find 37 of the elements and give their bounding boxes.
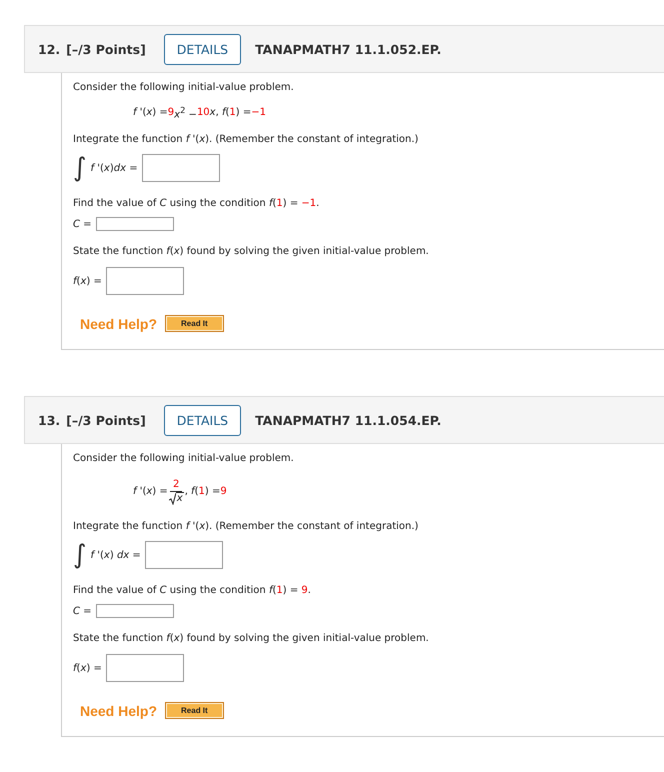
read-it-button[interactable]: Read It	[165, 702, 224, 719]
equation: f '(x) =9x$^{2}$ −10x, f(1) =−1	[133, 104, 266, 123]
read-it-button[interactable]: Read It	[165, 315, 224, 332]
answer-field[interactable]	[106, 267, 184, 295]
answer-field[interactable]	[142, 154, 220, 182]
problem-intro: Consider the following initial-value problem.	[73, 81, 294, 95]
question-number: 12.	[38, 42, 60, 56]
constant-instruction: Find the value of C using the condition f(1) = 9.	[73, 584, 311, 598]
integrate-instruction: Integrate the function f '(x). (Remember the constant of integration.)	[73, 133, 418, 147]
integral-sign: ∫	[73, 540, 87, 570]
need-help-label: Need Help?	[80, 702, 158, 718]
details-button[interactable]: DETAILS	[164, 404, 242, 436]
problem-code: TANAPMATH7 11.1.052.EP.	[255, 42, 442, 56]
equation: f '(x) = 2 x , f(1) =9	[133, 478, 227, 507]
function-instruction: State the function f(x) found by solving the given initial-value problem.	[73, 245, 429, 259]
constant-label: C =	[73, 218, 92, 230]
answer-field[interactable]	[106, 654, 184, 682]
function-instruction: State the function f(x) found by solving the given initial-value problem.	[73, 632, 429, 646]
need-help-label: Need Help?	[80, 316, 158, 332]
integral-label: f '(x) dx =	[90, 550, 141, 560]
points-label: [–/3 Points]	[66, 412, 146, 428]
integral-sign: ∫	[73, 153, 87, 183]
function-label: f(x) =	[73, 276, 102, 286]
function-label: f(x) =	[73, 662, 102, 674]
answer-field[interactable]	[96, 217, 174, 231]
points-label: [–/3 Points]	[66, 42, 146, 56]
answer-field[interactable]	[96, 604, 174, 618]
integrate-instruction: Integrate the function f '(x). (Remember the constant of integration.)	[73, 520, 418, 534]
constant-label: C =	[73, 606, 92, 616]
problem-intro: Consider the following initial-value problem.	[73, 452, 294, 466]
details-button[interactable]: DETAILS	[164, 34, 242, 64]
question-number: 13.	[38, 412, 60, 428]
integral-label: f '(x)dx =	[90, 162, 138, 174]
answer-field[interactable]	[144, 541, 223, 569]
radical-sign-icon	[168, 493, 176, 505]
problem-code: TANAPMATH7 11.1.054.EP.	[255, 412, 442, 428]
constant-instruction: Find the value of C using the condition f(1) = −1.	[73, 197, 320, 211]
